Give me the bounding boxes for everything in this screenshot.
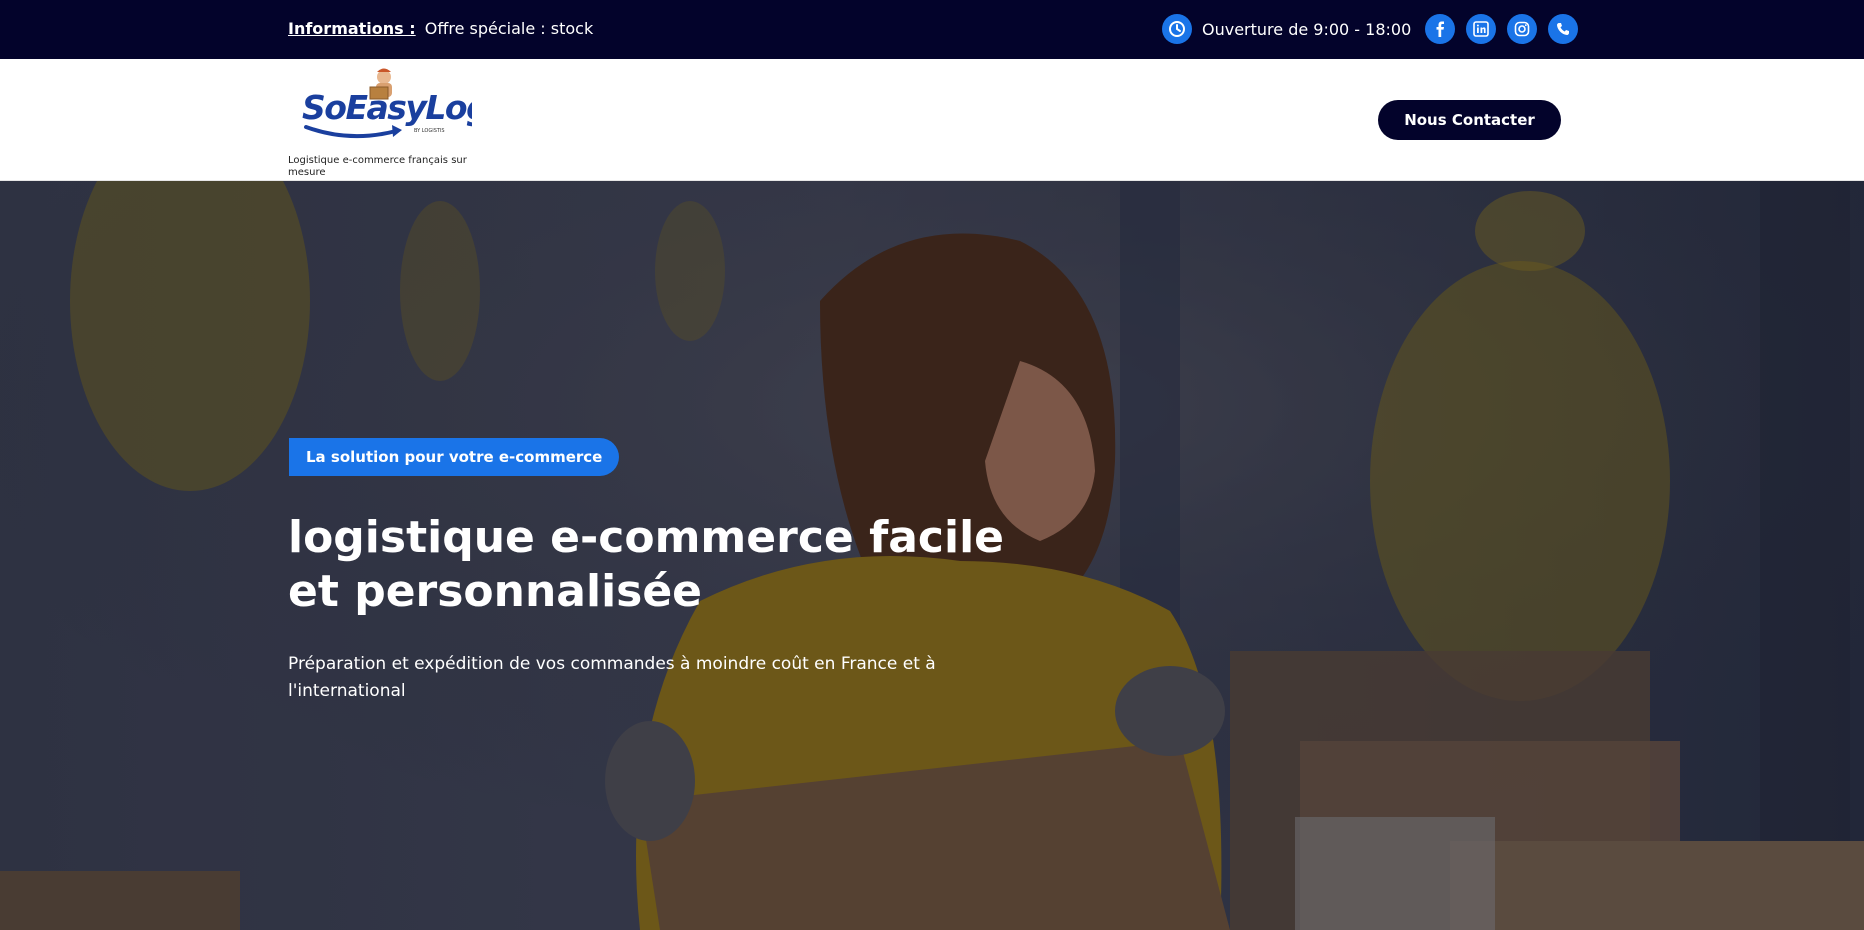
- hero-title-line1: logistique e-commerce facile: [288, 512, 1004, 563]
- info-label[interactable]: Informations :: [288, 19, 416, 38]
- soeasylog-logo[interactable]: SoEasyLog BY LOGISTIS: [300, 63, 472, 155]
- top-info-bar: Informations : Offre spéciale : stock Ou…: [0, 0, 1864, 59]
- info-text: Offre spéciale : stock: [424, 19, 594, 38]
- site-tagline: Logistique e-commerce français sur mesur…: [288, 155, 467, 178]
- hero-title-line2: et personnalisée: [288, 566, 703, 617]
- hero-badge: La solution pour votre e-commerce: [289, 438, 620, 476]
- linkedin-icon[interactable]: [1466, 14, 1496, 44]
- info-announcement: Informations : Offre spéciale : stock: [288, 19, 593, 38]
- hero-title: logistique e-commerce facile et personna…: [288, 511, 1048, 619]
- opening-hours: Ouverture de 9:00 - 18:00: [1162, 14, 1411, 44]
- clock-icon: [1162, 14, 1192, 44]
- hero-section: La solution pour votre e-commerce logist…: [0, 181, 1864, 930]
- instagram-icon[interactable]: [1507, 14, 1537, 44]
- site-header: SoEasyLog BY LOGISTIS Logistique e-comme…: [0, 59, 1864, 181]
- svg-text:BY LOGISTIS: BY LOGISTIS: [414, 128, 445, 134]
- phone-icon[interactable]: [1548, 14, 1578, 44]
- hours-text: Ouverture de 9:00 - 18:00: [1202, 19, 1412, 39]
- hero-subtitle: Préparation et expédition de vos command…: [288, 654, 936, 701]
- svg-text:SoEasyLog: SoEasyLog: [302, 88, 472, 127]
- contact-button[interactable]: Nous Contacter: [1378, 100, 1561, 140]
- facebook-icon[interactable]: [1425, 14, 1455, 44]
- social-links: [1425, 14, 1578, 44]
